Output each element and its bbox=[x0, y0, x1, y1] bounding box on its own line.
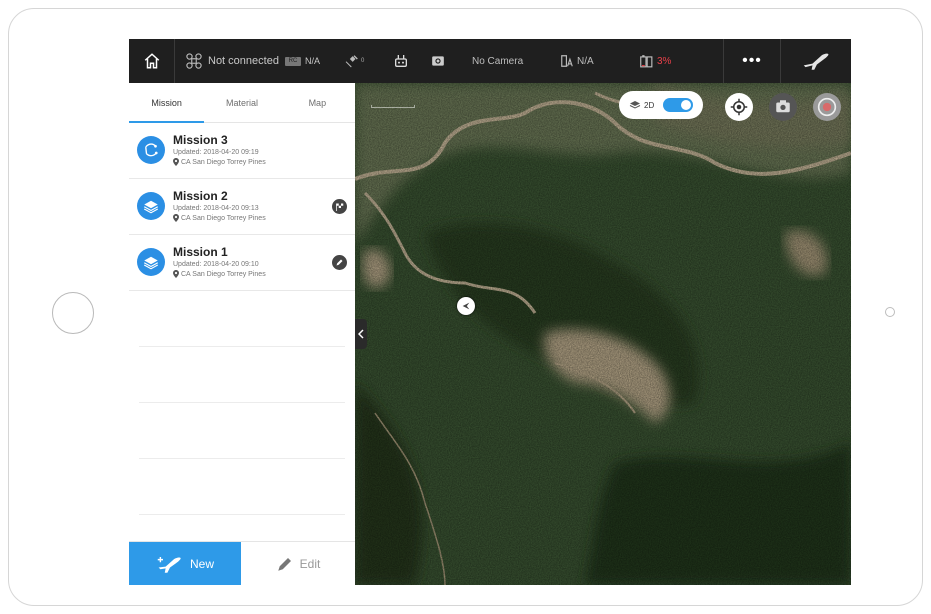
mission-location-text: CA San Diego Torrey Pines bbox=[181, 158, 266, 166]
edit-button-label: Edit bbox=[299, 557, 321, 571]
mission-list-item[interactable]: Mission 1 Updated: 2018-04-20 09:10 CA S… bbox=[129, 235, 355, 291]
hd-signal-icon bbox=[561, 55, 573, 67]
aircraft-heading-icon bbox=[462, 302, 470, 310]
map-view-toggle[interactable]: 2D bbox=[619, 91, 703, 119]
map-view-switch[interactable] bbox=[663, 98, 693, 112]
more-icon: ••• bbox=[742, 52, 762, 69]
app-screen: Not connected RC N/A 0 No Camera N/A 3% … bbox=[129, 39, 851, 585]
home-button[interactable] bbox=[129, 39, 175, 83]
empty-list-row bbox=[139, 347, 345, 403]
device-camera bbox=[885, 307, 895, 317]
record-button[interactable] bbox=[813, 93, 841, 121]
connection-status-text: Not connected bbox=[208, 55, 279, 67]
map-scale-bar bbox=[371, 105, 415, 108]
home-icon bbox=[144, 53, 159, 69]
home-point-marker[interactable] bbox=[457, 297, 475, 315]
rc-signal-status: RC N/A bbox=[285, 39, 320, 83]
battery-status: 3% bbox=[639, 39, 671, 83]
edit-pencil-icon bbox=[332, 255, 347, 270]
crosshair-icon bbox=[730, 98, 748, 116]
checkered-flag-icon bbox=[332, 199, 347, 214]
locate-button[interactable] bbox=[725, 93, 753, 121]
satellite-count: 0 bbox=[361, 58, 365, 64]
waypoint-mission-icon bbox=[137, 136, 165, 164]
empty-list-row bbox=[139, 403, 345, 459]
location-pin-icon bbox=[173, 270, 179, 278]
map-view-mode-label: 2D bbox=[644, 100, 655, 110]
mapping-mission-icon bbox=[137, 248, 165, 276]
location-pin-icon bbox=[173, 214, 179, 222]
hd-link-status: N/A bbox=[560, 39, 594, 83]
mission-list-item[interactable]: Mission 2 Updated: 2018-04-20 09:13 CA S… bbox=[129, 179, 355, 235]
tab-mission[interactable]: Mission bbox=[129, 83, 205, 123]
satellite-imagery bbox=[355, 83, 851, 585]
empty-list-row bbox=[139, 459, 345, 515]
mission-location: CA San Diego Torrey Pines bbox=[173, 214, 266, 222]
location-pin-icon bbox=[173, 158, 179, 166]
rc-signal-text: N/A bbox=[305, 56, 321, 66]
mission-updated: Updated: 2018-04-20 09:10 bbox=[173, 261, 259, 268]
camera-preview-button[interactable] bbox=[769, 93, 797, 121]
camera-icon bbox=[432, 56, 444, 66]
panel-tabs: Mission Material Map bbox=[129, 83, 355, 123]
mission-location: CA San Diego Torrey Pines bbox=[173, 270, 266, 278]
chevron-left-icon bbox=[358, 329, 364, 339]
mission-location-text: CA San Diego Torrey Pines bbox=[181, 214, 266, 222]
mission-title: Mission 2 bbox=[173, 189, 228, 203]
fly-button[interactable] bbox=[781, 39, 851, 83]
drone-icon bbox=[186, 53, 202, 69]
tab-material[interactable]: Material bbox=[204, 83, 279, 122]
mission-panel: Mission Material Map Mission 3 Updated: … bbox=[129, 83, 355, 585]
new-mission-button[interactable]: New bbox=[129, 542, 241, 585]
mission-updated: Updated: 2018-04-20 09:19 bbox=[173, 149, 259, 156]
mission-location-text: CA San Diego Torrey Pines bbox=[181, 270, 266, 278]
camera-preview-icon bbox=[776, 100, 790, 113]
record-icon bbox=[817, 97, 837, 117]
device-home-button[interactable] bbox=[52, 292, 94, 334]
battery-percent: 3% bbox=[657, 55, 672, 67]
edit-button[interactable]: Edit bbox=[241, 542, 355, 585]
camera-status bbox=[431, 39, 445, 83]
new-button-label: New bbox=[189, 557, 214, 571]
mission-title: Mission 1 bbox=[173, 245, 228, 259]
mapping-mission-icon bbox=[137, 192, 165, 220]
new-flight-icon bbox=[157, 557, 181, 573]
remote-controller-status bbox=[393, 39, 409, 83]
mission-updated: Updated: 2018-04-20 09:13 bbox=[173, 205, 259, 212]
aircraft-status[interactable]: Not connected bbox=[185, 39, 279, 83]
mission-list-item[interactable]: Mission 3 Updated: 2018-04-20 09:19 CA S… bbox=[129, 123, 355, 179]
more-button[interactable]: ••• bbox=[723, 39, 781, 83]
battery-icon bbox=[640, 55, 653, 68]
mission-location: CA San Diego Torrey Pines bbox=[173, 158, 266, 166]
airplane-icon bbox=[803, 53, 829, 70]
collapse-panel-handle[interactable] bbox=[355, 319, 367, 349]
satellite-icon bbox=[345, 55, 358, 68]
camera-status-text: No Camera bbox=[472, 55, 524, 67]
remote-controller-icon bbox=[395, 55, 407, 67]
tab-map[interactable]: Map bbox=[280, 83, 355, 122]
gps-status: 0 bbox=[344, 39, 364, 83]
satellite-map[interactable]: 2D bbox=[355, 83, 851, 585]
empty-list-row bbox=[139, 291, 345, 347]
panel-action-bar: New Edit bbox=[129, 541, 355, 585]
top-status-bar: Not connected RC N/A 0 No Camera N/A 3% … bbox=[129, 39, 851, 83]
rc-signal-icon: RC bbox=[285, 56, 301, 66]
hd-link-text: N/A bbox=[577, 55, 594, 67]
mission-title: Mission 3 bbox=[173, 133, 228, 147]
pencil-icon bbox=[277, 558, 291, 571]
layers-icon bbox=[629, 101, 641, 109]
